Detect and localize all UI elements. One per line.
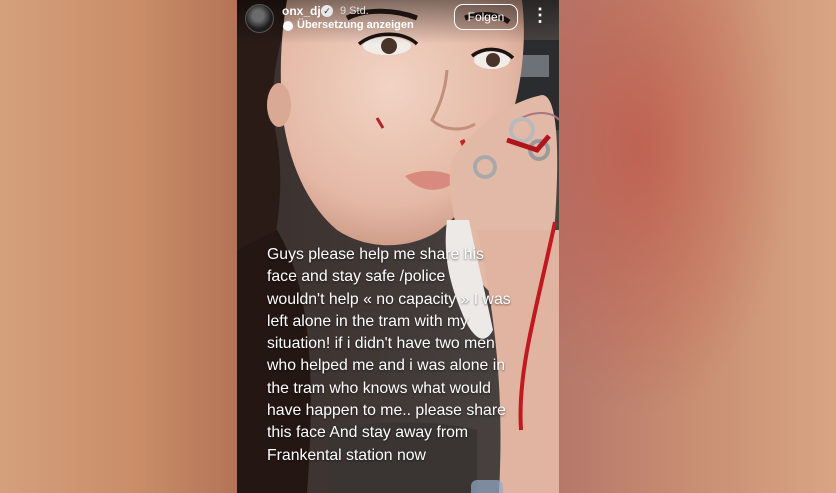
story-viewer[interactable]: onx_dj ✓ 9 Std. Übersetzung anzeigen Fol… [237, 0, 559, 493]
follow-button[interactable]: Folgen [454, 4, 518, 30]
show-translation-link[interactable]: Übersetzung anzeigen [297, 19, 414, 31]
verified-badge-icon: ✓ [321, 5, 333, 17]
post-time: 9 Std. [340, 5, 369, 17]
story-caption: Guys please help me share his face and s… [267, 246, 511, 464]
profile-avatar[interactable] [245, 4, 274, 33]
username[interactable]: onx_dj [282, 4, 321, 18]
more-options-icon[interactable]: ⋮ [531, 6, 549, 24]
reply-indicator[interactable] [471, 480, 503, 493]
blurred-background-left [0, 0, 237, 493]
blurred-background-right [559, 0, 836, 493]
translate-icon [283, 21, 293, 31]
